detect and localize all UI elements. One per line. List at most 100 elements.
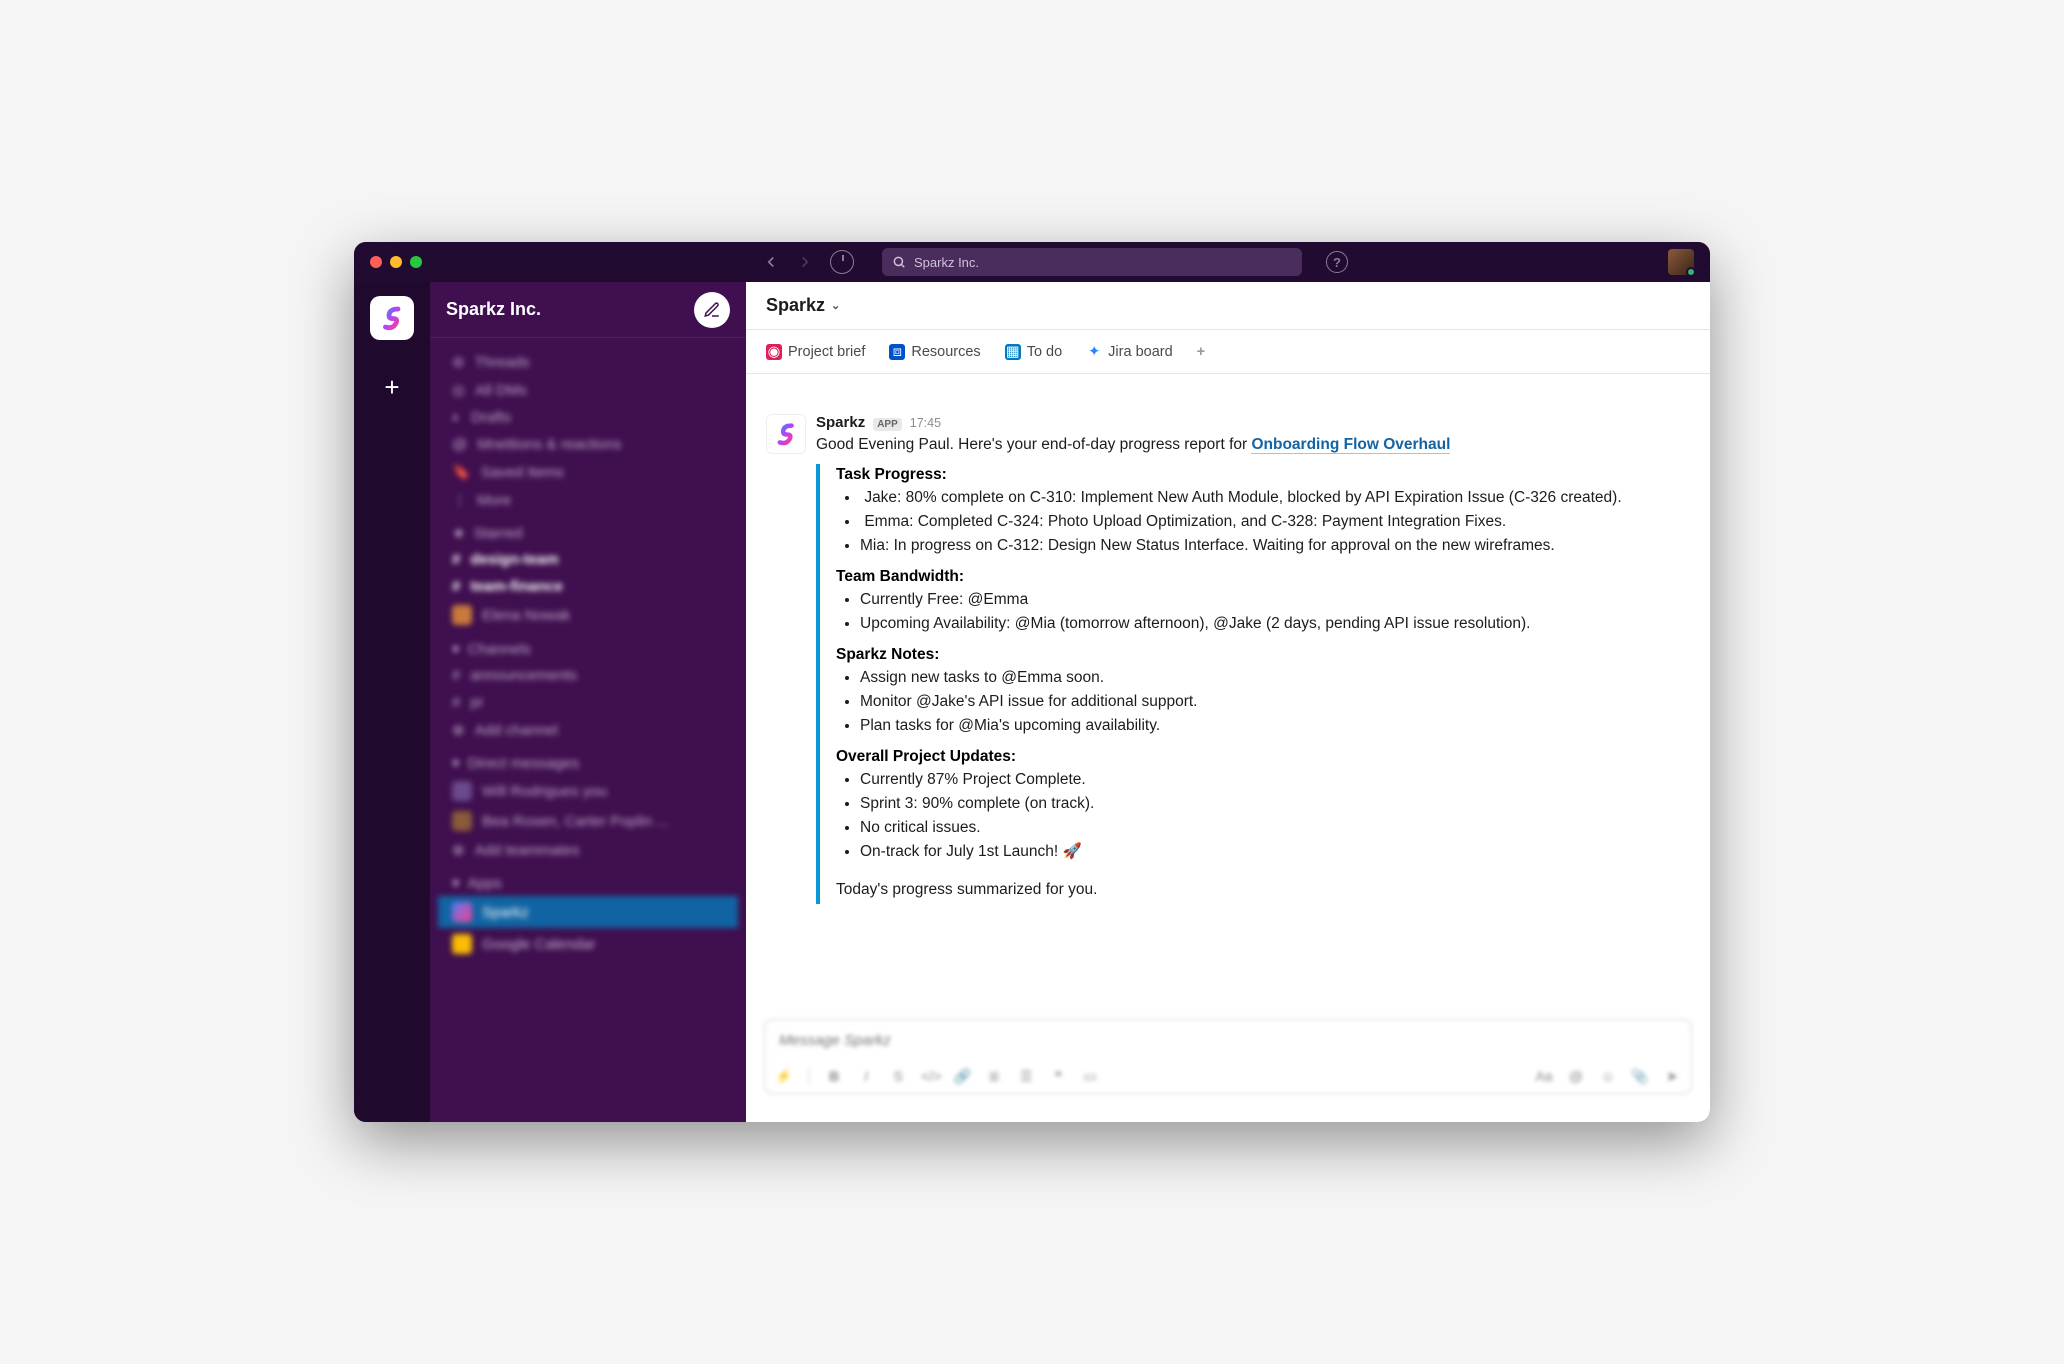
format-toggle-icon[interactable]: Aa: [1535, 1068, 1553, 1085]
mention-icon[interactable]: @: [1567, 1068, 1585, 1085]
italic-button[interactable]: I: [857, 1068, 875, 1084]
link-c312[interactable]: C-312: Design New Status Interface: [993, 537, 1245, 554]
sidebar: Sparkz Inc. ⊜ Threads ◎ All DMs ◐ Drafts…: [430, 282, 746, 1122]
link-c324[interactable]: C-324: Photo Upload Optimization: [997, 513, 1232, 530]
codeblock-button[interactable]: ▭: [1081, 1068, 1099, 1085]
update-item: No critical issues.: [860, 816, 1690, 840]
tab-jira[interactable]: ✦Jira board: [1086, 344, 1172, 360]
user-avatar[interactable]: [1668, 249, 1694, 275]
forward-button[interactable]: [796, 253, 814, 271]
link-onboarding-flow[interactable]: Onboarding Flow Overhaul: [1251, 436, 1450, 454]
trello-icon: ▦: [1005, 344, 1021, 360]
composer-input[interactable]: [765, 1020, 1691, 1061]
tab-project-brief[interactable]: ◉Project brief: [766, 344, 865, 360]
workspace-logo[interactable]: [370, 296, 414, 340]
mention-mia[interactable]: @Mia: [958, 717, 999, 734]
sidebar-section-starred[interactable]: ★ Starred: [438, 514, 738, 546]
lightning-icon[interactable]: ⚡: [775, 1068, 793, 1085]
message-composer[interactable]: ⚡ | B I S </> 🔗 ≣ ☰ ❝ ▭ Aa: [764, 1019, 1692, 1094]
sidebar-item[interactable]: ◐ Drafts: [438, 404, 738, 431]
sidebar-item[interactable]: 🔖 Saved Items: [438, 458, 738, 486]
link-c326[interactable]: C-326: [1514, 489, 1556, 506]
minimize-window-icon[interactable]: [390, 256, 402, 268]
update-item: On-track for July 1st Launch! 🚀: [860, 840, 1690, 864]
sidebar-item[interactable]: Bea Rosen, Carter Poplin ...: [438, 806, 738, 836]
task-item: Emma: Completed C-324: Photo Upload Opti…: [860, 510, 1690, 534]
compose-button[interactable]: [694, 292, 730, 328]
sidebar-item[interactable]: # design-team: [438, 546, 738, 573]
sidebar-item[interactable]: # team-finance: [438, 573, 738, 600]
note-item: Plan tasks for @Mia's upcoming availabil…: [860, 714, 1690, 738]
workspace-name[interactable]: Sparkz Inc.: [446, 299, 541, 320]
emoji-icon[interactable]: ☺: [1599, 1068, 1617, 1085]
bandwidth-item: Upcoming Availability: @Mia (tomorrow af…: [860, 612, 1690, 636]
main-content: Sparkz ⌄ ◉Project brief ⧈Resources ▦To d…: [746, 282, 1710, 1122]
search-input[interactable]: Sparkz Inc.: [882, 248, 1302, 276]
mention-emma[interactable]: @Emma: [968, 591, 1029, 608]
sidebar-item[interactable]: # announcements: [438, 662, 738, 689]
sidebar-item[interactable]: # pr: [438, 689, 738, 716]
app-badge: APP: [873, 418, 902, 431]
workspace-rail: +: [354, 282, 430, 1122]
search-icon: [892, 255, 906, 269]
section-updates: Overall Project Updates:: [836, 748, 1690, 766]
update-item: Sprint 3: 90% complete (on track).: [860, 792, 1690, 816]
sidebar-item[interactable]: Will Rodrigues you: [438, 776, 738, 806]
sidebar-item-sparkz[interactable]: Sparkz: [438, 896, 738, 928]
link-button[interactable]: 🔗: [953, 1068, 971, 1085]
message-timestamp: 17:45: [910, 416, 941, 430]
sidebar-section-apps[interactable]: ▾ Apps: [438, 864, 738, 896]
presence-indicator-icon: [1686, 267, 1696, 277]
section-notes: Sparkz Notes:: [836, 646, 1690, 664]
maximize-window-icon[interactable]: [410, 256, 422, 268]
bold-button[interactable]: B: [825, 1068, 843, 1084]
dropbox-icon: ⧈: [889, 344, 905, 360]
sidebar-section-channels[interactable]: ▾ Channels: [438, 630, 738, 662]
tab-todo[interactable]: ▦To do: [1005, 344, 1062, 360]
channel-name-label: Sparkz: [766, 295, 825, 316]
link-c328[interactable]: C-328: Payment Integration Fixes.: [1271, 513, 1506, 530]
sidebar-item[interactable]: ◎ All DMs: [438, 376, 738, 404]
sidebar-item[interactable]: ⋮ More: [438, 486, 738, 514]
add-tab-button[interactable]: +: [1197, 344, 1205, 360]
ul-button[interactable]: ☰: [1017, 1068, 1035, 1085]
help-button[interactable]: ?: [1326, 251, 1348, 273]
mention-emma[interactable]: @Emma: [1001, 669, 1062, 686]
sidebar-item[interactable]: ⊜ Threads: [438, 348, 738, 376]
channel-header: Sparkz ⌄: [746, 282, 1710, 330]
note-item: Assign new tasks to @Emma soon.: [860, 666, 1690, 690]
sparkz-app-avatar[interactable]: [766, 414, 806, 454]
sidebar-item[interactable]: Elena Nowak: [438, 600, 738, 630]
chevron-down-icon: ⌄: [831, 299, 840, 312]
channel-tabs: ◉Project brief ⧈Resources ▦To do ✦Jira b…: [746, 330, 1710, 374]
message-list: Sparkz APP 17:45 Good Evening Paul. Here…: [746, 374, 1710, 1011]
quote-button[interactable]: ❝: [1049, 1068, 1067, 1085]
close-window-icon[interactable]: [370, 256, 382, 268]
strike-button[interactable]: S: [889, 1068, 907, 1084]
link-c310[interactable]: C-310: Implement New Auth Module: [1030, 489, 1279, 506]
code-button[interactable]: </>: [921, 1068, 939, 1084]
tab-resources[interactable]: ⧈Resources: [889, 344, 980, 360]
channel-name-button[interactable]: Sparkz ⌄: [766, 295, 840, 316]
send-button[interactable]: ➤: [1663, 1068, 1681, 1085]
sidebar-item[interactable]: @ Mnettions & reactions: [438, 431, 738, 458]
sidebar-item[interactable]: ⊕ Add channel: [438, 716, 738, 744]
mention-mia[interactable]: @Mia: [1015, 615, 1056, 632]
add-workspace-button[interactable]: +: [384, 372, 399, 403]
update-item: Currently 87% Project Complete.: [860, 768, 1690, 792]
attach-icon[interactable]: 📎: [1631, 1068, 1649, 1085]
ol-button[interactable]: ≣: [985, 1068, 1003, 1085]
history-nav: [762, 250, 854, 274]
back-button[interactable]: [762, 253, 780, 271]
titlebar: Sparkz Inc. ?: [354, 242, 1710, 282]
brief-icon: ◉: [766, 344, 782, 360]
mention-jake[interactable]: @Jake: [916, 693, 964, 710]
sidebar-item[interactable]: ⊕ Add teammates: [438, 836, 738, 864]
sidebar-item-gcal[interactable]: Google Calendar: [438, 928, 738, 960]
sidebar-section-dms[interactable]: ▾ Direct messages: [438, 744, 738, 776]
task-item: Mia: In progress on C-312: Design New St…: [860, 534, 1690, 558]
history-button[interactable]: [830, 250, 854, 274]
message-text: Good Evening Paul. Here's your end-of-da…: [816, 433, 1690, 456]
message-sender[interactable]: Sparkz: [816, 414, 865, 431]
message-body: Sparkz APP 17:45 Good Evening Paul. Here…: [816, 414, 1690, 904]
